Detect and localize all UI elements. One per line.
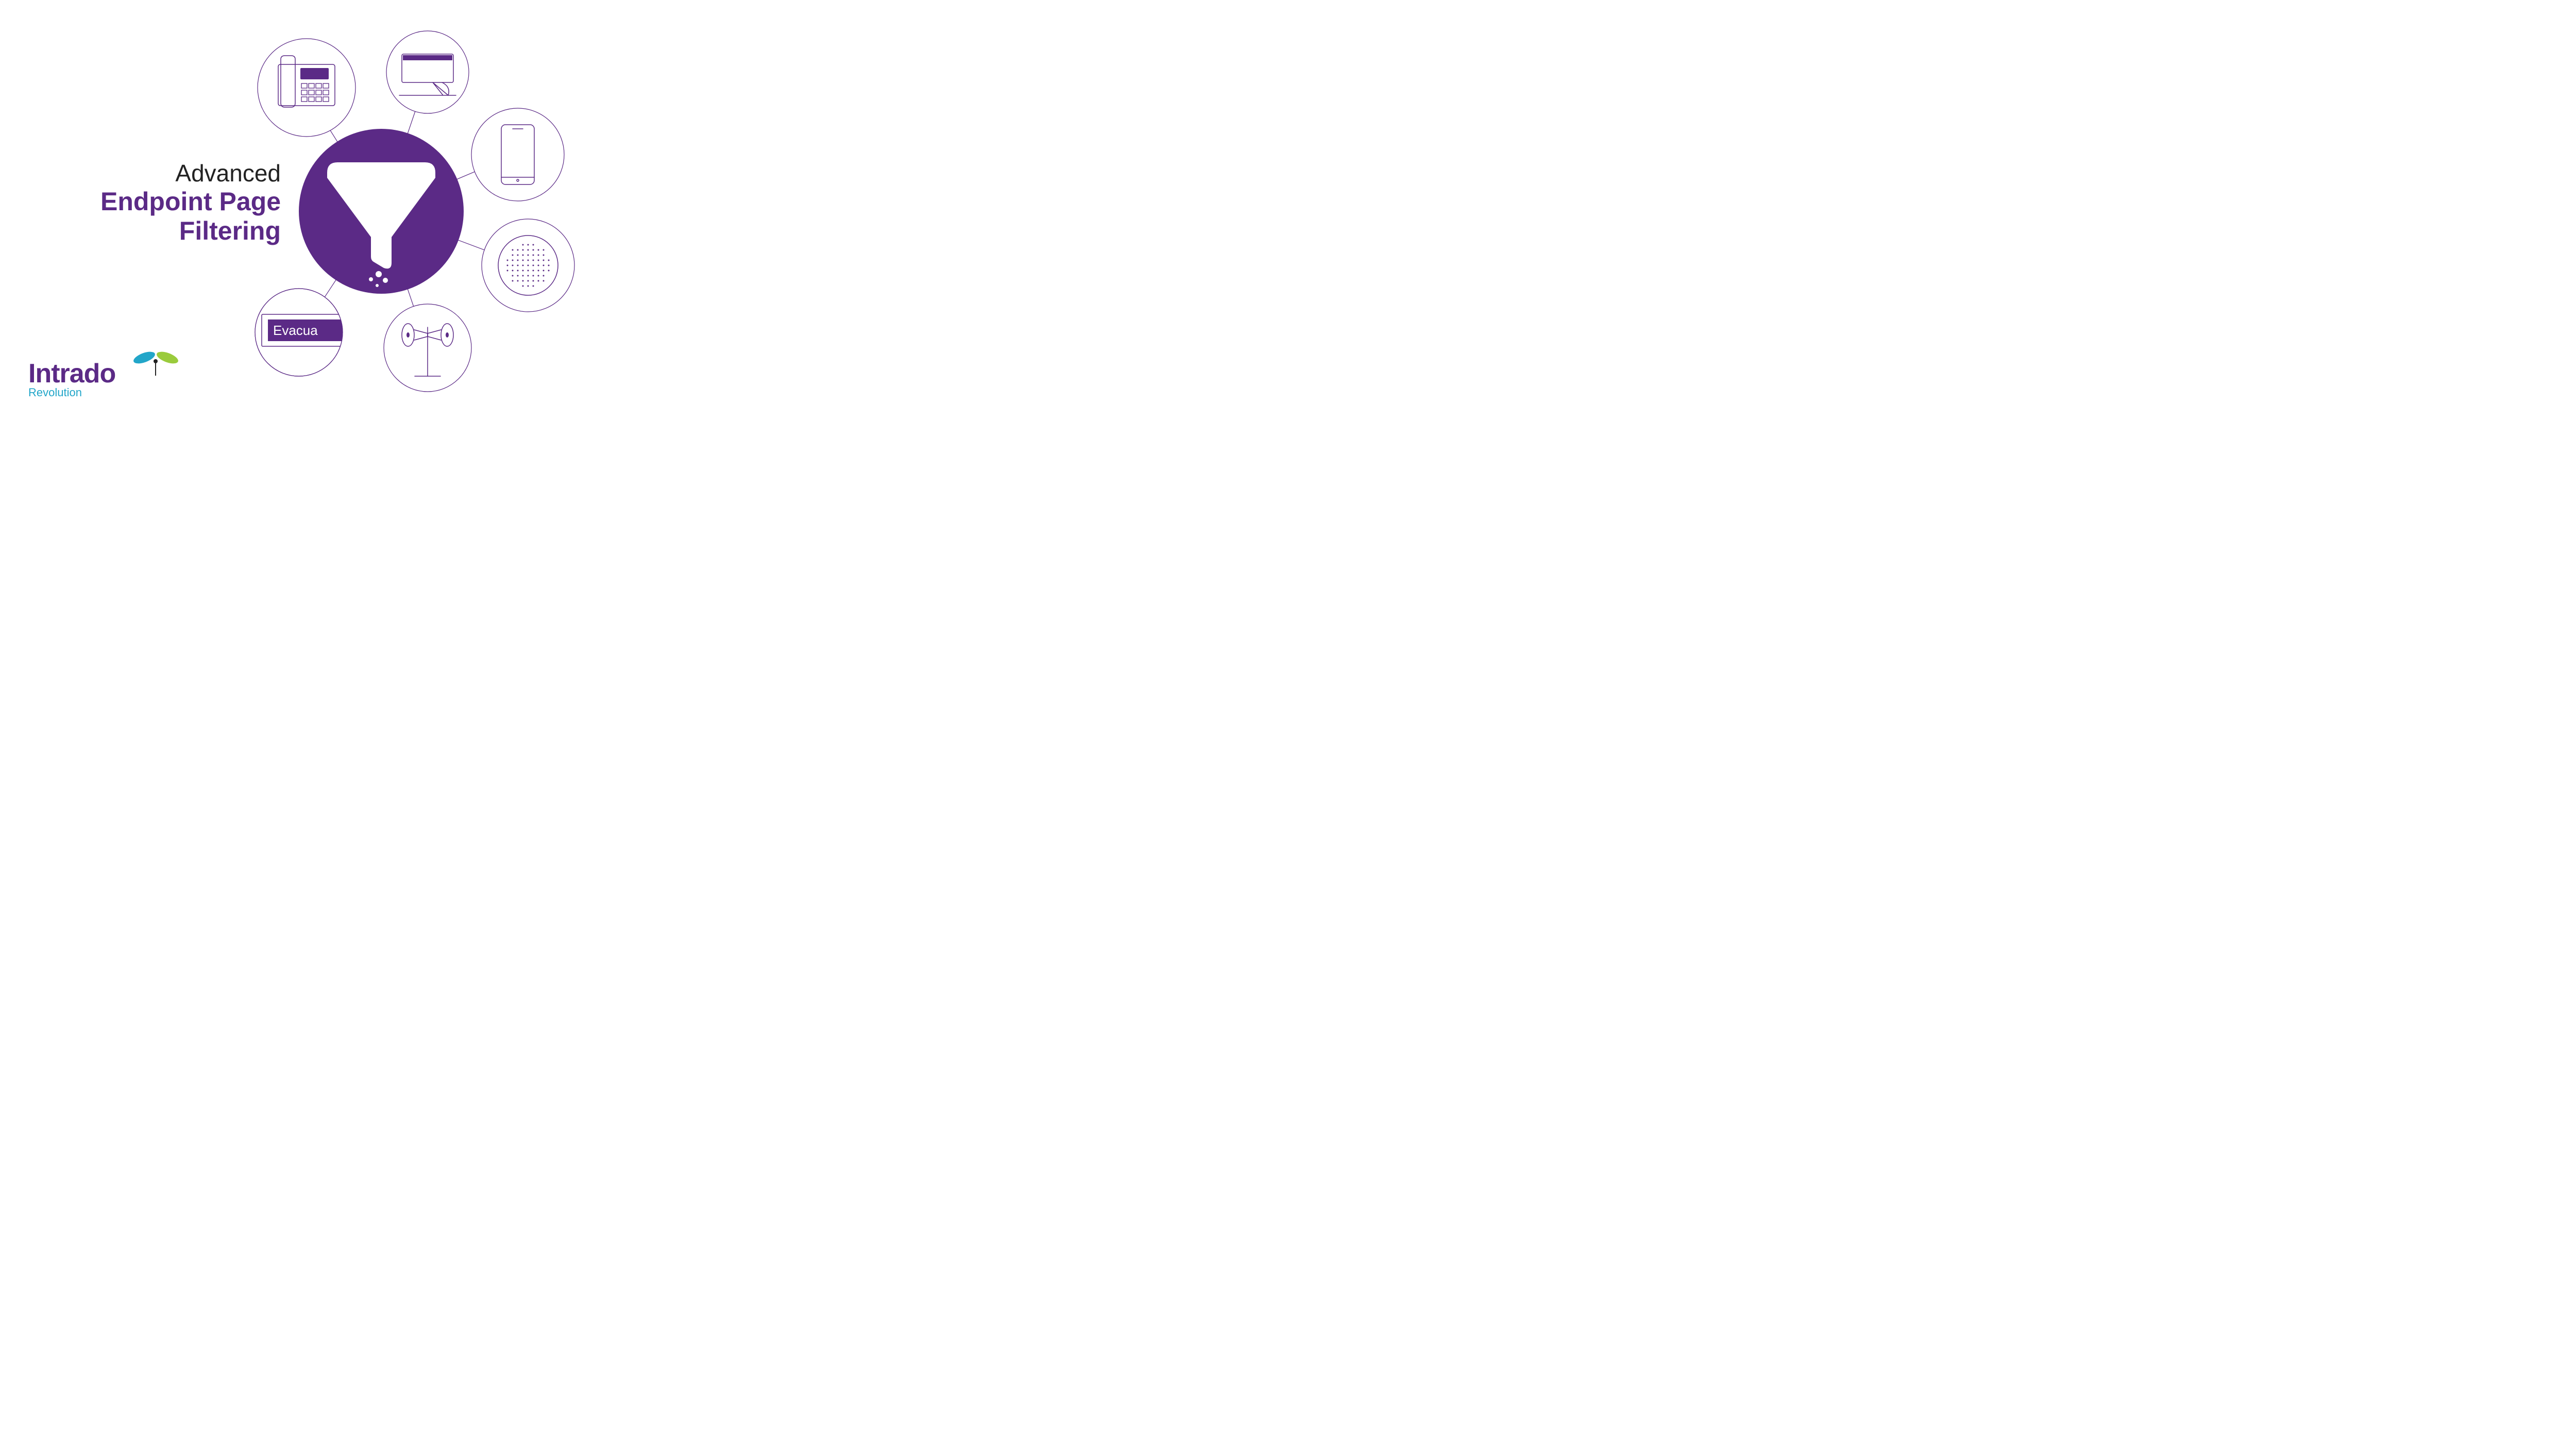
desktop-node bbox=[386, 31, 469, 113]
mobile-node bbox=[471, 108, 564, 201]
speaker-icon bbox=[498, 235, 558, 295]
signage-text: Evacua bbox=[273, 323, 318, 338]
endpoint-diagram: Evacua bbox=[237, 21, 598, 397]
brand-logo: Intrado Revolution bbox=[28, 360, 115, 399]
signage-node: Evacua bbox=[255, 289, 350, 376]
speaker-node bbox=[482, 219, 574, 312]
logo-brand: Intrado bbox=[28, 360, 115, 387]
desk-phone-node bbox=[258, 39, 355, 137]
siren-node bbox=[384, 304, 471, 392]
dragonfly-icon bbox=[131, 345, 183, 381]
